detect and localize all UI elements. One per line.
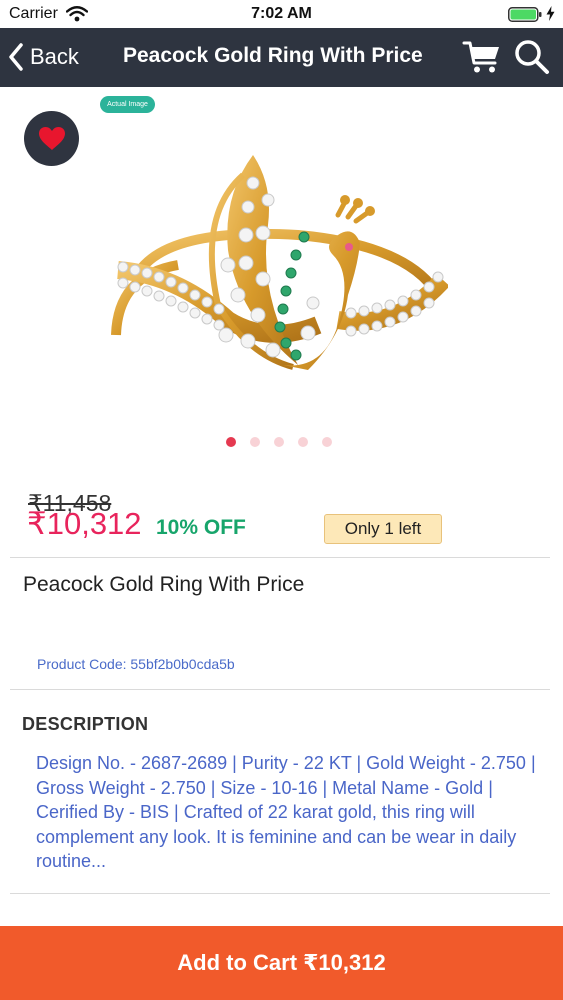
pagination-dot[interactable]: [250, 437, 260, 447]
pagination-dot[interactable]: [322, 437, 332, 447]
heart-icon: [38, 127, 65, 150]
discount-label: 10% OFF: [156, 516, 246, 539]
cart-icon: [462, 41, 499, 73]
description-heading: DESCRIPTION: [22, 714, 149, 734]
pagination-dot-active[interactable]: [226, 437, 236, 447]
status-time: 7:02 AM: [251, 5, 312, 22]
actual-image-badge: Actual Image: [100, 96, 155, 113]
search-icon: [515, 40, 549, 74]
page-title: Peacock Gold Ring With Price: [123, 44, 423, 67]
back-label: Back: [30, 44, 79, 69]
wishlist-button[interactable]: [24, 111, 79, 166]
product-name: Peacock Gold Ring With Price: [23, 573, 305, 596]
chevron-left-icon: [9, 43, 23, 71]
divider: [10, 689, 550, 690]
product-code: Product Code: 55bf2b0b0cda5b: [37, 656, 235, 672]
product-gallery[interactable]: Actual Image: [0, 87, 563, 462]
price-section: ₹11,458 ₹10,312 10% OFF Only 1 left: [0, 470, 563, 558]
divider: [10, 557, 550, 558]
search-button[interactable]: [512, 38, 552, 76]
add-to-cart-button[interactable]: Add to Cart ₹10,312: [0, 926, 563, 1000]
battery-icon: [508, 7, 542, 22]
status-bar: Carrier 7:02 AM: [0, 0, 563, 28]
stock-badge: Only 1 left: [324, 514, 442, 544]
charging-bolt-icon: [546, 6, 555, 21]
divider: [10, 893, 550, 894]
pagination-dot[interactable]: [274, 437, 284, 447]
sale-price: ₹10,312: [27, 506, 142, 541]
product-image: [111, 155, 448, 370]
cart-button[interactable]: [462, 38, 502, 76]
description-text: Design No. - 2687-2689 | Purity - 22 KT …: [36, 753, 536, 871]
nav-bar: Back Peacock Gold Ring With Price: [0, 28, 563, 87]
gallery-pagination[interactable]: [226, 437, 332, 447]
back-button[interactable]: Back: [8, 39, 79, 75]
pagination-dot[interactable]: [298, 437, 308, 447]
